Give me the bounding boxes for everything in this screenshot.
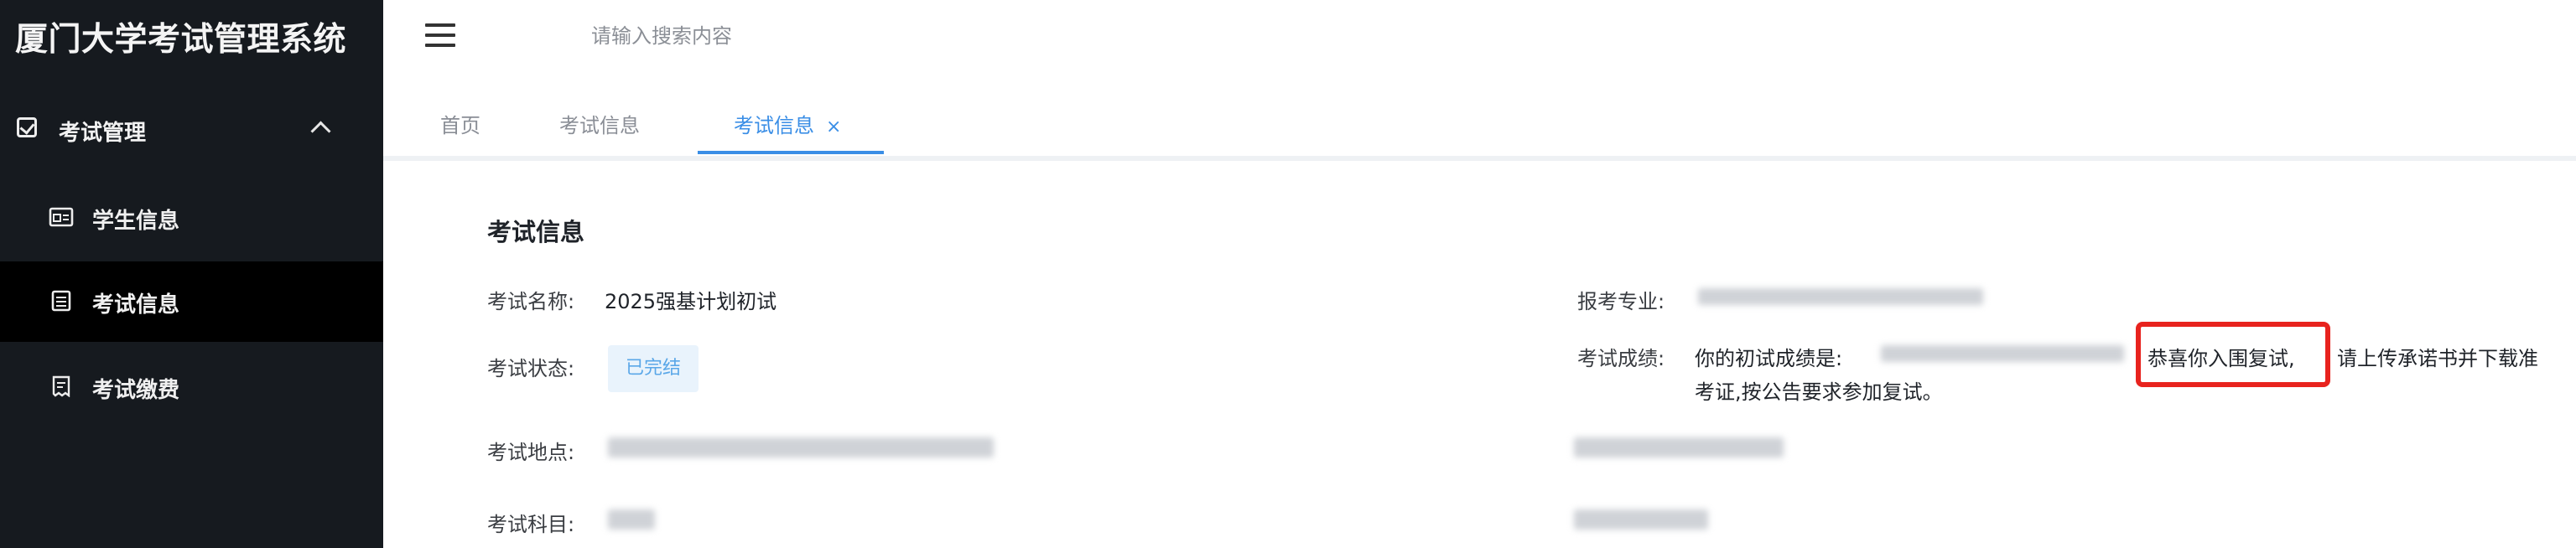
- section-title: 考试信息: [487, 218, 585, 246]
- redacted-subject-detail: [1574, 509, 1708, 530]
- redacted-subject: [608, 509, 655, 530]
- sidebar-item-label: 考试缴费: [92, 378, 180, 403]
- sidebar-group-exam-management[interactable]: 考试管理: [0, 104, 383, 156]
- score-label: 考试成绩:: [1577, 347, 1665, 370]
- highlight-box: [2136, 322, 2330, 387]
- tab-label: 考试信息: [734, 114, 814, 137]
- exam-name-label: 考试名称:: [487, 290, 575, 313]
- hamburger-menu-icon[interactable]: [425, 23, 455, 47]
- exam-status-label: 考试状态:: [487, 357, 575, 380]
- status-badge: 已完结: [608, 345, 699, 392]
- score-instruction-cont: 考证,按公告要求参加复试。: [1695, 380, 1943, 404]
- major-label: 报考专业:: [1577, 290, 1665, 313]
- chevron-up-icon: [310, 121, 331, 142]
- checkbox-icon: [17, 117, 37, 137]
- active-tab-indicator: [698, 151, 884, 154]
- search-input[interactable]: [589, 18, 1096, 54]
- redacted-major: [1698, 288, 1983, 305]
- redacted-location-detail: [1574, 437, 1784, 458]
- tab-bar: 首页 考试信息 考试信息 ×: [383, 72, 2576, 161]
- sidebar-group-label: 考试管理: [59, 121, 147, 146]
- sidebar: 厦门大学考试管理系统 考试管理 学生信息 考试信息 考试缴费: [0, 0, 383, 548]
- sidebar-item-label: 学生信息: [92, 209, 180, 234]
- exam-name-value: 2025强基计划初试: [605, 290, 777, 313]
- sidebar-item-student-info[interactable]: 学生信息: [0, 178, 383, 258]
- tab-exam-info[interactable]: 考试信息: [559, 109, 640, 138]
- close-icon[interactable]: ×: [826, 116, 841, 137]
- exam-subject-label: 考试科目:: [487, 513, 575, 536]
- sidebar-item-exam-info[interactable]: 考试信息: [0, 261, 383, 342]
- document-list-icon: [51, 290, 71, 312]
- tab-home[interactable]: 首页: [440, 109, 480, 138]
- id-card-icon: [49, 207, 74, 227]
- score-prefix: 你的初试成绩是:: [1695, 347, 1843, 370]
- redacted-location: [608, 437, 994, 458]
- exam-location-label: 考试地点:: [487, 441, 575, 464]
- sidebar-item-label: 考试信息: [92, 292, 180, 318]
- redacted-score: [1881, 345, 2124, 362]
- score-instruction: 请上传承诺书并下载准: [2337, 347, 2538, 370]
- sidebar-item-exam-payment[interactable]: 考试缴费: [0, 347, 383, 427]
- receipt-icon: [52, 375, 70, 397]
- app-title: 厦门大学考试管理系统: [15, 21, 347, 59]
- top-header: [383, 0, 2576, 72]
- tab-exam-info-active[interactable]: 考试信息 ×: [734, 109, 841, 138]
